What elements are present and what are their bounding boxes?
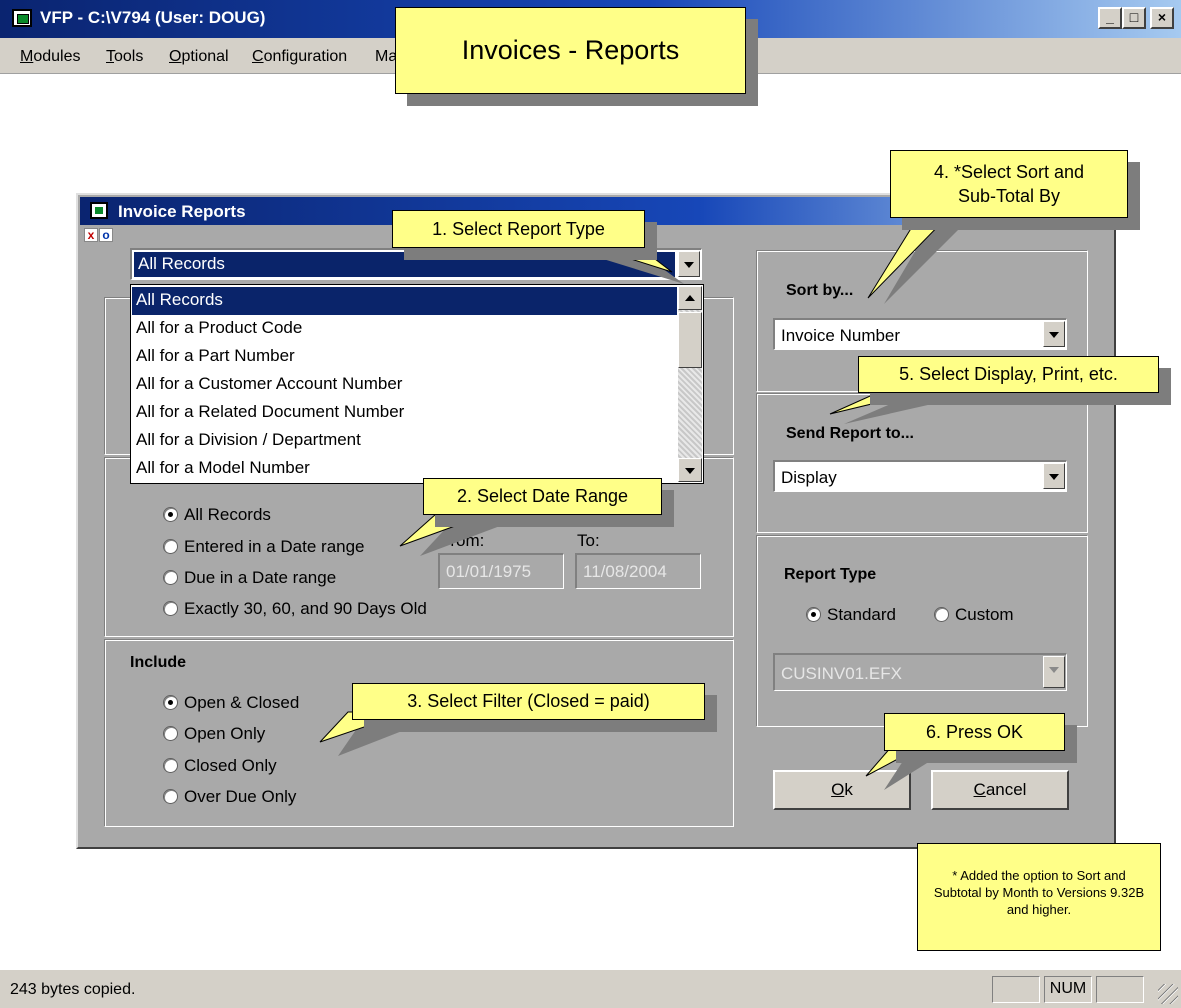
callout-step-6: 6. Press OK [884,713,1065,751]
callout-step-1: 1. Select Report Type [392,210,645,248]
version-note-callout: * Added the option to Sort and Subtotal … [917,843,1161,951]
callout-step-3: 3. Select Filter (Closed = paid) [352,683,705,720]
callout-step-4: 4. *Select Sort and Sub-Total By [890,150,1128,218]
header-callout: Invoices - Reports [395,7,746,94]
callout-step-4-line2: Sub-Total By [957,186,1061,206]
callout-step-2: 2. Select Date Range [423,478,662,515]
pointer-4 [867,213,952,299]
callout-step-4-line1: 4. *Select Sort and [933,162,1085,182]
pointer-1 [589,245,673,273]
callout-step-5: 5. Select Display, Print, etc. [858,356,1159,393]
